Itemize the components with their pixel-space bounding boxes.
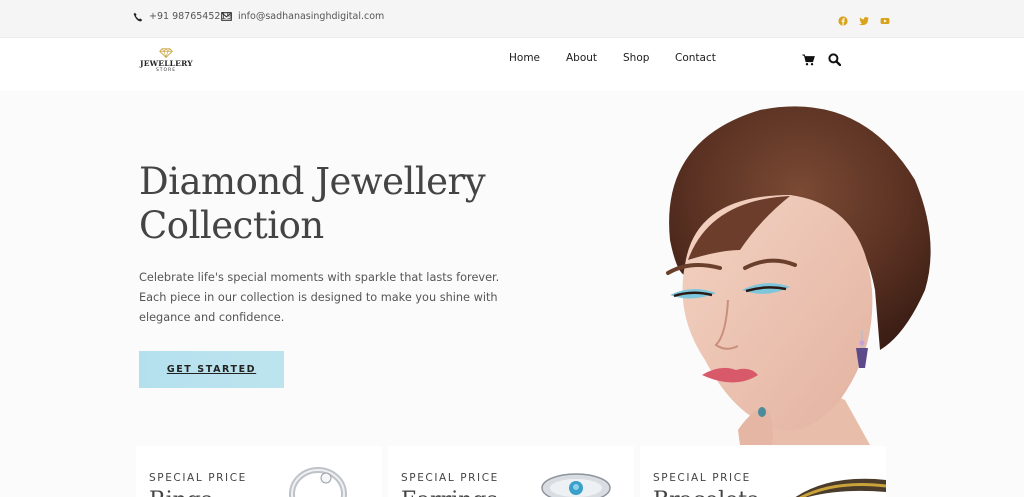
hero-title: Diamond Jewellery Collection (139, 160, 559, 248)
get-started-label: GET STARTED (166, 364, 257, 375)
cart-icon[interactable] (802, 51, 815, 70)
store-logo[interactable]: JEWELLERY STORE (140, 48, 193, 80)
phone-number: +91 9876545219 (149, 11, 233, 22)
nav-contact[interactable]: Contact (675, 52, 716, 64)
hero-model-image (666, 106, 931, 445)
email-address: info@sadhanasinghdigital.com (238, 11, 385, 22)
twitter-icon[interactable] (858, 12, 870, 26)
category-card-bracelets[interactable]: SPECIAL PRICE Bracelets (640, 446, 886, 497)
site-header: JEWELLERY STORE Home About Shop Contact (0, 38, 1024, 91)
bracelet-product-image (795, 478, 886, 497)
card-tag: SPECIAL PRICE (401, 472, 499, 484)
top-bar: +91 9876545219 info@sadhanasinghdigital.… (0, 0, 1024, 38)
diamond-logo-icon (159, 48, 173, 58)
card-tag: SPECIAL PRICE (653, 472, 751, 484)
nav-shop[interactable]: Shop (623, 52, 649, 64)
category-card-earrings[interactable]: SPECIAL PRICE Earrings (388, 446, 634, 497)
social-links (837, 12, 891, 26)
card-title: Bracelets (653, 488, 758, 497)
logo-text-main: JEWELLERY (140, 59, 193, 68)
phone-contact[interactable]: +91 9876545219 (133, 11, 233, 22)
phone-icon (133, 12, 143, 21)
card-tag: SPECIAL PRICE (149, 472, 247, 484)
ring-product-image (289, 467, 347, 497)
logo-text-sub: STORE (155, 68, 177, 73)
nav-about[interactable]: About (566, 52, 597, 64)
envelope-icon (221, 12, 232, 21)
card-title: Rings (149, 488, 212, 497)
hero-title-line-1: Diamond Jewellery (139, 160, 486, 203)
hero-title-line-2: Collection (139, 204, 324, 247)
facebook-icon[interactable] (837, 12, 849, 26)
earring-product-image (541, 473, 611, 497)
search-icon[interactable] (828, 51, 842, 70)
youtube-icon[interactable] (879, 12, 891, 24)
hero-description: Celebrate life's special moments with sp… (139, 271, 500, 324)
nav-home[interactable]: Home (509, 52, 540, 64)
category-card-rings[interactable]: SPECIAL PRICE Rings (136, 446, 382, 497)
card-title: Earrings (401, 488, 498, 497)
get-started-button[interactable]: GET STARTED (139, 351, 284, 388)
email-contact[interactable]: info@sadhanasinghdigital.com (221, 11, 384, 22)
